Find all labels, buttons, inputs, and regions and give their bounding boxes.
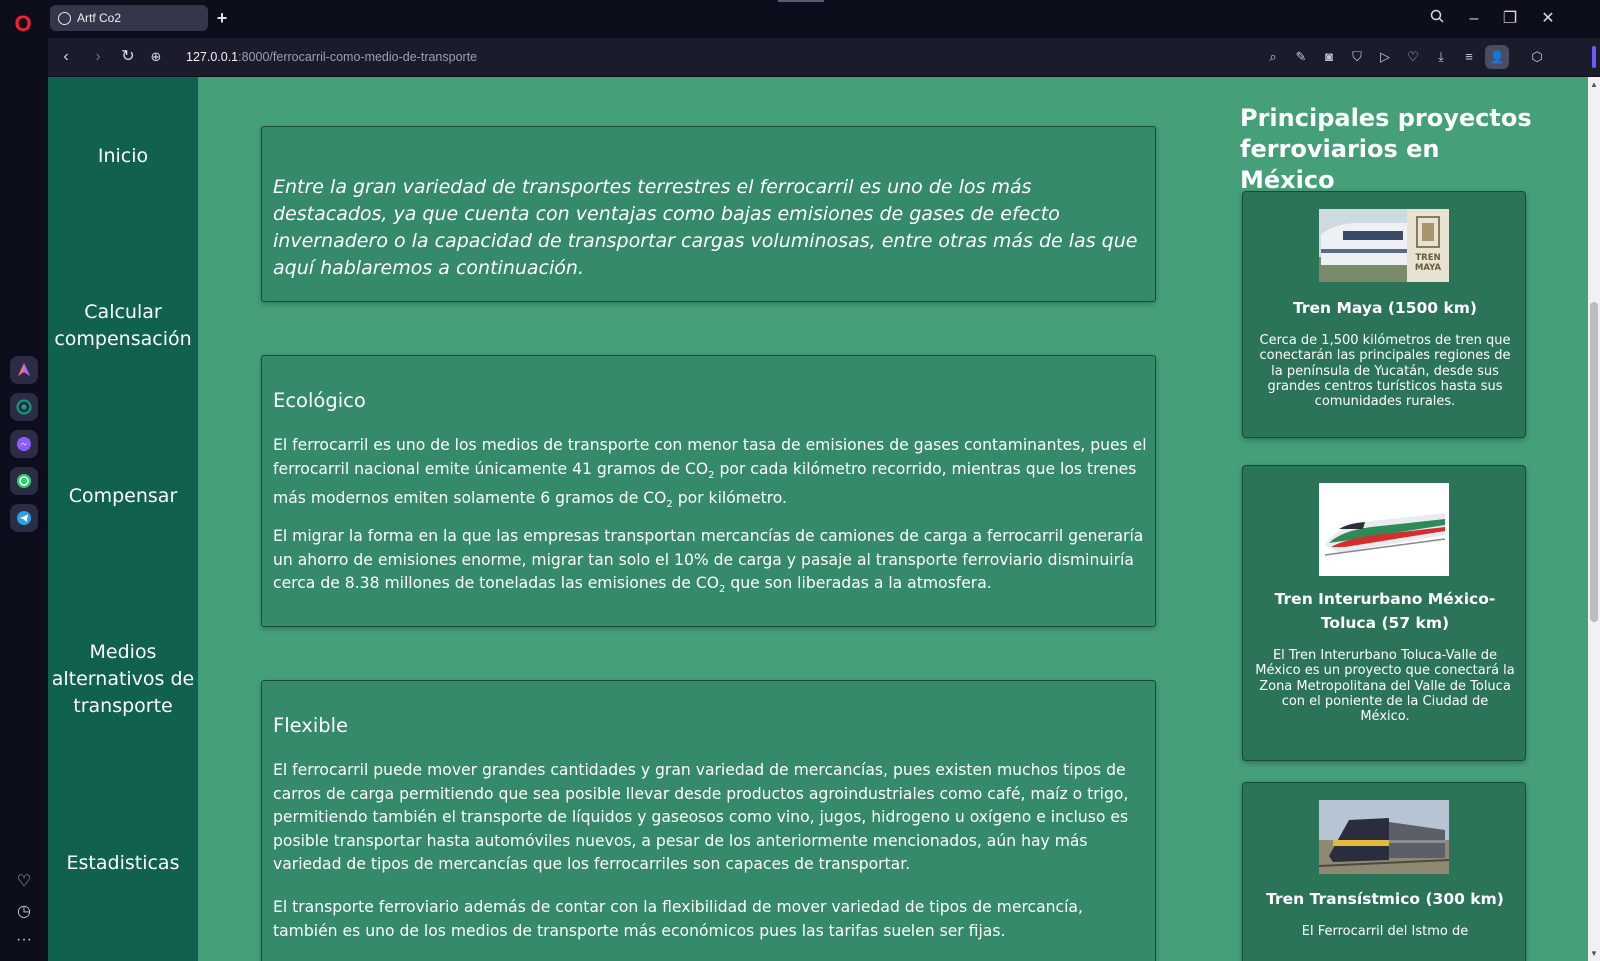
ecologico-p2-part-a: El migrar la forma en la que las empresa…	[273, 527, 1144, 593]
easy-setup-menu-icon[interactable]: ≡	[1458, 46, 1480, 68]
play-icon[interactable]: ▷	[1374, 46, 1396, 68]
address-bar: ‹ › ↻ ⊕ 127.0.0.1:8000/ferrocarril-como-…	[48, 38, 1600, 76]
project-description: El Ferrocarril del Istmo de	[1301, 924, 1469, 939]
nav-link-estadisticas[interactable]: Estadisticas	[48, 850, 198, 877]
aria-icon[interactable]	[10, 356, 38, 384]
ecologico-p2-part-b: que son liberadas a la atmosfera.	[725, 574, 992, 593]
telegram-icon[interactable]	[10, 504, 38, 532]
tab-strip: Artf Co2 + – ❐ ✕	[48, 0, 1600, 38]
scrollbar-thumb[interactable]	[1590, 302, 1598, 622]
site-nav-sidebar: Inicio Calcular compensación Compensar M…	[48, 77, 198, 961]
nav-link-inicio[interactable]: Inicio	[48, 143, 198, 170]
scroll-down-arrow-icon[interactable]: ▼	[1590, 949, 1598, 958]
close-window-icon[interactable]: ✕	[1536, 8, 1560, 30]
flexible-paragraph-2: El transporte ferroviario además de cont…	[273, 898, 1083, 940]
project-description: Cerca de 1,500 kilómetros de tren que co…	[1259, 333, 1511, 410]
site-globe-icon	[58, 11, 71, 25]
search-tabs-icon[interactable]	[1425, 8, 1449, 30]
flexible-title: Flexible	[273, 714, 349, 737]
web-page: Inicio Calcular compensación Compensar M…	[48, 77, 1588, 961]
browser-sidebar: O ♡ ◷ ···	[0, 0, 48, 961]
back-arrow-icon[interactable]: ‹	[54, 45, 78, 69]
history-clock-icon[interactable]: ◷	[12, 900, 36, 924]
url-field[interactable]: 127.0.0.1:8000/ferrocarril-como-medio-de…	[186, 48, 477, 66]
nav-link-medios-alternativos[interactable]: Medios alternativos de transporte	[48, 639, 198, 720]
ecologico-card: Ecológico El ferrocarril es uno de los m…	[261, 355, 1156, 627]
url-host: 127.0.0.1	[186, 50, 239, 64]
messenger-icon[interactable]	[10, 430, 38, 458]
project-title: Tren Transístmico (300 km)	[1266, 890, 1504, 908]
camera-snapshot-icon[interactable]: ◙	[1318, 46, 1340, 68]
heart-bookmark-icon[interactable]: ♡	[1402, 46, 1424, 68]
reload-icon[interactable]: ↻	[116, 45, 140, 69]
scroll-up-arrow-icon[interactable]: ▲	[1590, 80, 1598, 89]
flexible-paragraph-1: El ferrocarril puede mover grandes canti…	[273, 761, 1129, 874]
shield-vpn-icon[interactable]: ⛉	[1346, 46, 1368, 68]
page-scrollbar[interactable]: ▲ ▼	[1588, 77, 1600, 961]
project-title: Tren Interurbano México-Toluca (57 km)	[1274, 590, 1496, 632]
zoom-search-icon[interactable]: ⌕	[1262, 46, 1284, 68]
edit-note-icon[interactable]: ✎	[1290, 46, 1312, 68]
new-tab-button[interactable]: +	[212, 8, 232, 28]
profile-avatar-icon[interactable]: 👤	[1485, 45, 1509, 69]
ecologico-title: Ecológico	[273, 389, 366, 412]
whatsapp-icon[interactable]	[10, 467, 38, 495]
sidebar-toggle-indicator[interactable]	[1592, 46, 1596, 68]
tren-maya-image: TREN MAYA	[1319, 209, 1449, 282]
forward-arrow-icon[interactable]: ›	[86, 45, 110, 69]
tren-transistmico-image	[1319, 800, 1449, 874]
tab-title: Artf Co2	[77, 11, 122, 25]
project-title: Tren Maya (1500 km)	[1293, 299, 1477, 317]
flexible-card: Flexible El ferrocarril puede mover gran…	[261, 680, 1156, 961]
nav-link-compensar[interactable]: Compensar	[48, 483, 198, 510]
projects-heading: Principales proyectos ferroviarios en Mé…	[1240, 103, 1532, 194]
minimize-icon[interactable]: –	[1462, 8, 1486, 30]
chatgpt-icon[interactable]	[10, 393, 38, 421]
tren-interurbano-image	[1319, 483, 1449, 576]
browser-tab[interactable]: Artf Co2	[50, 5, 208, 31]
nav-link-calcular-compensacion[interactable]: Calcular compensación	[48, 299, 198, 353]
restore-window-icon[interactable]: ❐	[1498, 8, 1522, 30]
url-path: :8000/ferrocarril-como-medio-de-transpor…	[238, 50, 478, 64]
tab-strip-indicator	[778, 0, 824, 2]
project-card-tren-interurbano: Tren Interurbano México-Toluca (57 km) E…	[1242, 465, 1526, 761]
project-card-tren-maya: TREN MAYA Tren Maya (1500 km) Cerca de 1…	[1242, 191, 1526, 438]
ecologico-p1-part-c: por kilómetro.	[672, 489, 787, 508]
ecologico-paragraph-2: El migrar la forma en la que las empresa…	[273, 525, 1148, 602]
more-options-icon[interactable]: ···	[12, 928, 36, 952]
intro-card: Entre la gran variedad de transportes te…	[261, 126, 1156, 302]
project-card-tren-transistmico: Tren Transístmico (300 km) El Ferrocarri…	[1242, 782, 1526, 961]
ecologico-paragraph-1: El ferrocarril es uno de los medios de t…	[273, 434, 1148, 517]
site-info-globe-icon[interactable]: ⊕	[144, 45, 168, 69]
opera-logo-icon[interactable]: O	[12, 13, 34, 35]
intro-text: Entre la gran variedad de transportes te…	[273, 176, 1138, 279]
project-description: El Tren Interurbano Toluca-Valle de Méxi…	[1255, 648, 1515, 725]
tren-maya-logo-text: TREN MAYA	[1414, 253, 1442, 273]
extensions-cube-icon[interactable]: ⬡	[1526, 46, 1548, 68]
heart-icon[interactable]: ♡	[12, 870, 36, 894]
download-icon[interactable]: ⤓	[1430, 46, 1452, 68]
